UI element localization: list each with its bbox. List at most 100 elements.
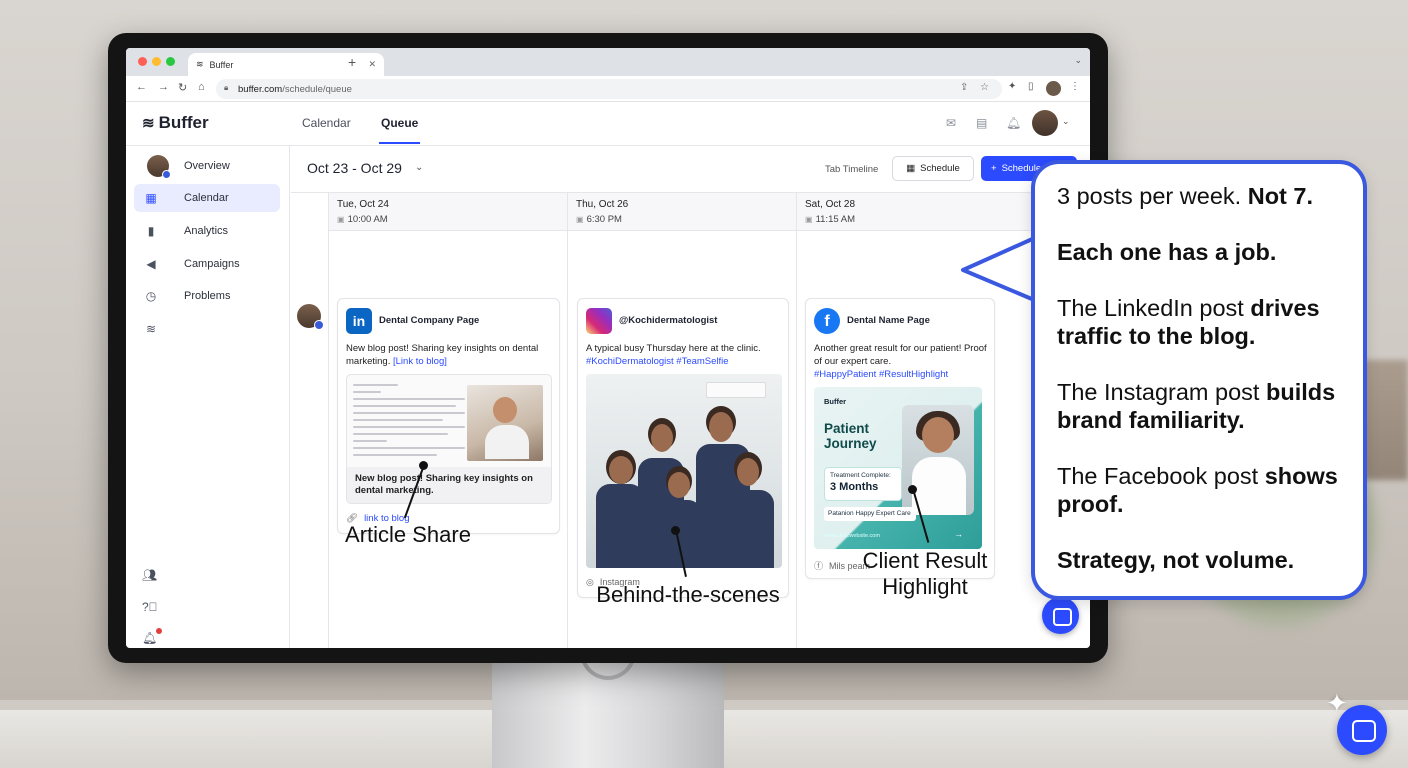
browser-menu-icon[interactable]: ⋮ xyxy=(1070,81,1080,92)
patient-journey-graphic[interactable]: Buffer Patient Journey Treatment Complete… xyxy=(814,387,982,549)
timeline-link[interactable]: Tab Timeline xyxy=(825,164,878,175)
browser-profile-avatar[interactable] xyxy=(1046,81,1061,96)
maximize-window-button[interactable] xyxy=(166,57,175,66)
facebook-icon: f xyxy=(814,308,840,334)
post-text: Another great result for our patient! Pr… xyxy=(814,343,987,380)
floating-chat-button[interactable] xyxy=(1337,705,1387,755)
clock-icon: ▣ xyxy=(805,215,813,224)
app-header: ≋ Buffer Calendar Queue ✉ ▤ 🔔︎ ⌄ xyxy=(126,102,1090,146)
bookmark-star-icon[interactable]: ☆ xyxy=(980,82,989,93)
schedule-button[interactable]: ▦ Schedule xyxy=(892,156,974,181)
linkedin-post-card[interactable]: in Dental Company Page New blog post! Sh… xyxy=(337,298,560,534)
sidebar-item-calendar[interactable]: ▦ Calendar xyxy=(134,184,280,212)
preview-title: New blog post! Sharing key insights on d… xyxy=(347,467,551,503)
channel-name: Dental Name Page xyxy=(847,315,930,326)
client-result-annotation: Client Result Highlight xyxy=(862,548,988,599)
tab-title: Buffer xyxy=(209,59,234,70)
treatment-box: Treatment Complete: 3 Months xyxy=(824,467,902,501)
calendar-icon: ▦ xyxy=(145,191,157,205)
channel-name: @Kochidermatologist xyxy=(619,315,718,326)
callout-line: The LinkedIn post drives traffic to the … xyxy=(1057,295,1320,349)
facebook-post-card[interactable]: f Dental Name Page Another great result … xyxy=(805,298,995,579)
tab-search-chevron-icon[interactable]: ⌄ xyxy=(1074,55,1082,66)
promo-title: Patient Journey xyxy=(824,421,877,451)
forward-arrow-icon[interactable]: → xyxy=(158,81,169,93)
clock-icon: ▣ xyxy=(576,215,584,224)
arrow-right-icon: → xyxy=(954,529,963,539)
side-panel-icon[interactable]: ▯ xyxy=(1028,81,1034,92)
callout-tail xyxy=(961,234,1039,304)
linkedin-icon: in xyxy=(346,308,372,334)
clock-icon: ◷ xyxy=(145,289,157,303)
organization-avatar xyxy=(147,155,171,179)
tab-calendar[interactable]: Calendar xyxy=(302,116,351,130)
time-label: ▣ 10:00 AM xyxy=(337,214,388,225)
tab-queue[interactable]: Queue xyxy=(378,116,421,144)
clock-icon: ▣ xyxy=(337,215,345,224)
notification-bell-icon[interactable]: 🔔︎ xyxy=(1006,116,1021,130)
team-selfie-photo[interactable] xyxy=(586,374,782,568)
sidebar-item-analytics[interactable]: ▮ Analytics xyxy=(134,217,280,245)
callout-line: The Instagram post builds brand familiar… xyxy=(1057,379,1336,433)
extensions-puzzle-icon[interactable]: ✦ xyxy=(1008,81,1016,92)
buffer-logo[interactable]: ≋ Buffer xyxy=(142,113,209,133)
reload-icon[interactable]: ↻ xyxy=(178,81,187,94)
sidebar-item-overview[interactable]: Overview xyxy=(134,152,280,180)
sidebar-item-label: Calendar xyxy=(184,192,229,204)
sidebar-item-label: Analytics xyxy=(184,225,229,237)
buffer-favicon-icon: ≋ xyxy=(196,59,204,69)
time-label: ▣ 11:15 AM xyxy=(805,214,855,225)
blog-link[interactable]: [Link to blog] xyxy=(393,356,447,367)
day-label: Tue, Oct 24 xyxy=(337,199,389,210)
share-icon[interactable]: ⇪ xyxy=(960,82,968,93)
mail-icon[interactable]: ✉ xyxy=(946,116,956,130)
org-badge-icon xyxy=(162,170,171,179)
back-arrow-icon[interactable]: ← xyxy=(136,81,147,93)
hashtags: #HappyPatient #ResultHighlight xyxy=(814,369,949,380)
sidebar-item-layers[interactable]: ≋ xyxy=(134,315,280,343)
site-info-icon[interactable]: 🔒︎ xyxy=(224,83,228,93)
notification-bell-icon[interactable]: 🔔︎ xyxy=(142,631,157,645)
close-tab-icon[interactable]: ✕ xyxy=(368,59,376,70)
minimize-window-button[interactable] xyxy=(152,57,161,66)
date-range-chevron-down-icon[interactable]: ⌄ xyxy=(415,162,423,173)
account-chevron-down-icon[interactable]: ⌄ xyxy=(1062,116,1070,127)
post-text: New blog post! Sharing key insights on d… xyxy=(346,343,539,367)
address-bar[interactable]: 🔒︎ buffer.com/schedule/queue ⇪ ☆ xyxy=(216,79,1002,99)
user-avatar[interactable] xyxy=(1032,110,1058,136)
buffer-stack-icon: ≋ xyxy=(142,115,155,132)
org-badge-icon xyxy=(314,320,324,330)
url-host: buffer.com xyxy=(238,83,283,95)
home-icon[interactable]: ⌂ xyxy=(198,81,205,93)
link-preview[interactable]: New blog post! Sharing key insights on d… xyxy=(346,374,552,504)
sidebar-item-label: Campaigns xyxy=(184,258,240,270)
url-path: /schedule/queue xyxy=(282,83,352,95)
callout-line: Strategy, not volume. xyxy=(1057,547,1295,573)
schedule-button-label: Schedule xyxy=(920,163,960,174)
browser-toolbar: ← → ↻ ⌂ 🔒︎ buffer.com/schedule/queue ⇪ ☆… xyxy=(126,76,1090,102)
close-window-button[interactable] xyxy=(138,57,147,66)
instagram-icon xyxy=(586,308,612,334)
chat-support-button[interactable] xyxy=(1042,597,1079,634)
promo-pill: Patanion Happy Expert Care xyxy=(824,507,916,521)
team-icon[interactable]: 👥︎ xyxy=(142,568,157,582)
browser-tab-bar: ≋ Buffer ✕ + ⌄ xyxy=(126,48,1090,76)
date-range[interactable]: Oct 23 - Oct 29 xyxy=(307,160,402,176)
sidebar-item-label: Problems xyxy=(184,290,231,302)
sidebar-item-campaigns[interactable]: ◀ Campaigns xyxy=(134,250,280,278)
behind-the-scenes-annotation: Behind-the-scenes xyxy=(596,582,780,607)
new-tab-button[interactable]: + xyxy=(348,54,356,70)
calendar-icon: ▦ xyxy=(906,163,916,174)
flag-icon[interactable]: ▤ xyxy=(976,116,987,130)
instagram-post-card[interactable]: @Kochidermatologist A typical busy Thurs… xyxy=(577,298,789,598)
help-icon[interactable]: ?⃝ xyxy=(142,600,158,614)
day-column-header: Thu, Oct 26 ▣ 6:30 PM xyxy=(568,193,796,231)
sidebar-item-problems[interactable]: ◷ Problems xyxy=(134,282,280,310)
post-text: A typical busy Thursday here at the clin… xyxy=(586,343,761,367)
time-label: ▣ 6:30 PM xyxy=(576,214,622,225)
article-share-annotation: Article Share xyxy=(345,522,471,547)
facebook-outline-icon: ⓕ xyxy=(814,561,824,571)
layers-icon: ≋ xyxy=(145,322,157,336)
day-label: Sat, Oct 28 xyxy=(805,199,856,210)
hashtags: #KochiDermatologist #TeamSelfie xyxy=(586,356,729,367)
